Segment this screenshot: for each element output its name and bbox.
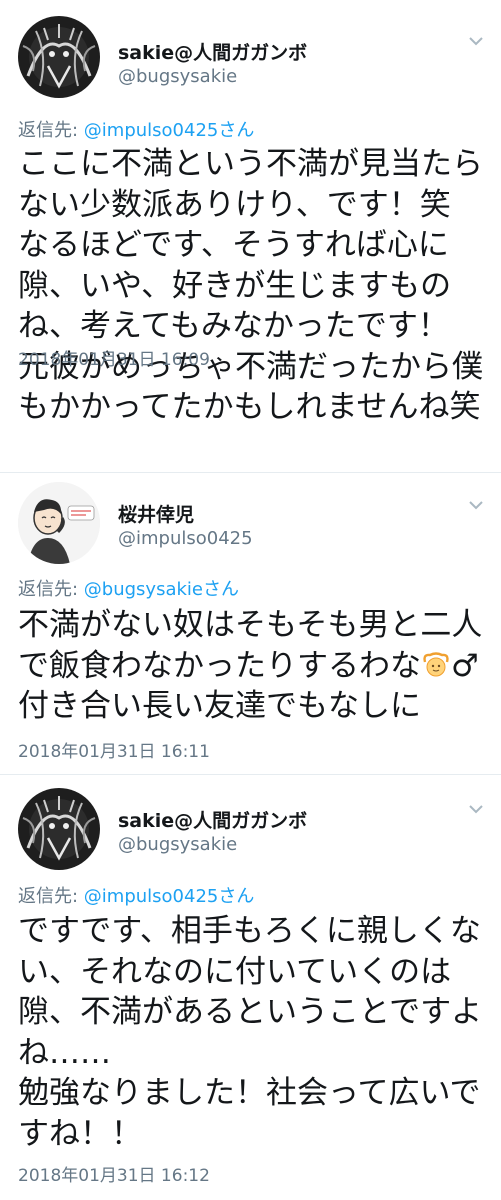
emoji-suffix: ♂ bbox=[451, 647, 479, 684]
avatar[interactable] bbox=[18, 16, 100, 98]
text-line: 隙、いや、好きが生じますもの bbox=[18, 267, 452, 304]
reply-context: 返信先: @impulso0425さん bbox=[18, 882, 254, 908]
text-line: 付き合い長い友達でもなしに bbox=[18, 688, 421, 724]
reply-mention-link[interactable]: @impulso0425さん bbox=[84, 886, 255, 907]
timestamp[interactable]: 2018年01月31日 16:11 bbox=[18, 737, 210, 762]
reply-mention-link[interactable]: @bugsysakieさん bbox=[84, 579, 239, 600]
tweet-3[interactable]: sakie@人間ガガンボ @bugsysakie 返信先: @impulso04… bbox=[0, 774, 501, 1200]
chevron-down-icon[interactable] bbox=[465, 798, 487, 820]
text-line: 不満がない奴はそもそも男と二人 bbox=[18, 607, 483, 643]
tweet-1[interactable]: sakie@人間ガガンボ @bugsysakie 返信先: @impulso04… bbox=[0, 0, 501, 425]
text-line: ね、考えてもみなかったです！ bbox=[18, 308, 449, 344]
text-line-with-emoji: で飯食わなかったりするわな ♂ bbox=[18, 646, 494, 687]
chevron-down-icon[interactable] bbox=[465, 494, 487, 516]
text-segment: で飯食わなかったりするわな bbox=[18, 647, 421, 684]
tweet-text: ここに不満という不満が見当たら ない少数派ありけり、です！笑 なるほどです、そう… bbox=[18, 144, 494, 428]
text-line: 勉強なりました！社会って広いで bbox=[18, 1075, 481, 1111]
text-line: ない少数派ありけり、です！笑 bbox=[18, 186, 451, 223]
text-line: い、それなのに付いていくのは bbox=[18, 953, 452, 990]
reply-context: 返信先: @bugsysakieさん bbox=[18, 575, 239, 601]
reply-prefix: 返信先: bbox=[18, 886, 84, 907]
user-handle[interactable]: @bugsysakie bbox=[118, 66, 237, 87]
timestamp[interactable]: 2018年01月31日 16:12 bbox=[18, 1161, 210, 1186]
chevron-down-icon[interactable] bbox=[465, 30, 487, 52]
tweet-text: 不満がない奴はそもそも男と二人 で飯食わなかったりするわな ♂ 付き合い長い友達で… bbox=[18, 605, 494, 727]
text-line: 隙、不満があるということですよ bbox=[18, 994, 483, 1030]
text-line: なるほどです、そうすれば心に bbox=[18, 227, 449, 263]
user-handle[interactable]: @impulso0425 bbox=[118, 528, 253, 549]
reply-context: 返信先: @impulso0425さん bbox=[18, 116, 254, 142]
tweet-2[interactable]: 桜井倖児 @impulso0425 返信先: @bugsysakieさん 不満が… bbox=[0, 472, 501, 772]
reply-prefix: 返信先: bbox=[18, 579, 84, 600]
avatar[interactable] bbox=[18, 788, 100, 870]
user-handle[interactable]: @bugsysakie bbox=[118, 834, 237, 855]
text-line: すね！！ bbox=[18, 1115, 142, 1152]
text-line: ですです、相手もろくに親しくな bbox=[18, 913, 481, 949]
timestamp[interactable]: 2018年01月31日 16:09 bbox=[18, 345, 210, 370]
reply-mention-link[interactable]: @impulso0425さん bbox=[84, 120, 255, 141]
reply-prefix: 返信先: bbox=[18, 120, 84, 141]
person-gesturing-ok-emoji bbox=[423, 651, 449, 676]
display-name[interactable]: sakie@人間ガガンボ bbox=[118, 806, 307, 833]
display-name[interactable]: 桜井倖児 bbox=[118, 500, 194, 527]
tweet-text: ですです、相手もろくに親しくな い、それなのに付いていくのは 隙、不満があるとい… bbox=[18, 911, 494, 1154]
text-line: もかかってたかもしれませんね笑 bbox=[18, 389, 481, 425]
display-name[interactable]: sakie@人間ガガンボ bbox=[118, 38, 307, 65]
avatar[interactable] bbox=[18, 482, 100, 564]
text-line: ここに不満という不満が見当たら bbox=[18, 146, 483, 182]
text-line: ね…… bbox=[18, 1034, 111, 1071]
